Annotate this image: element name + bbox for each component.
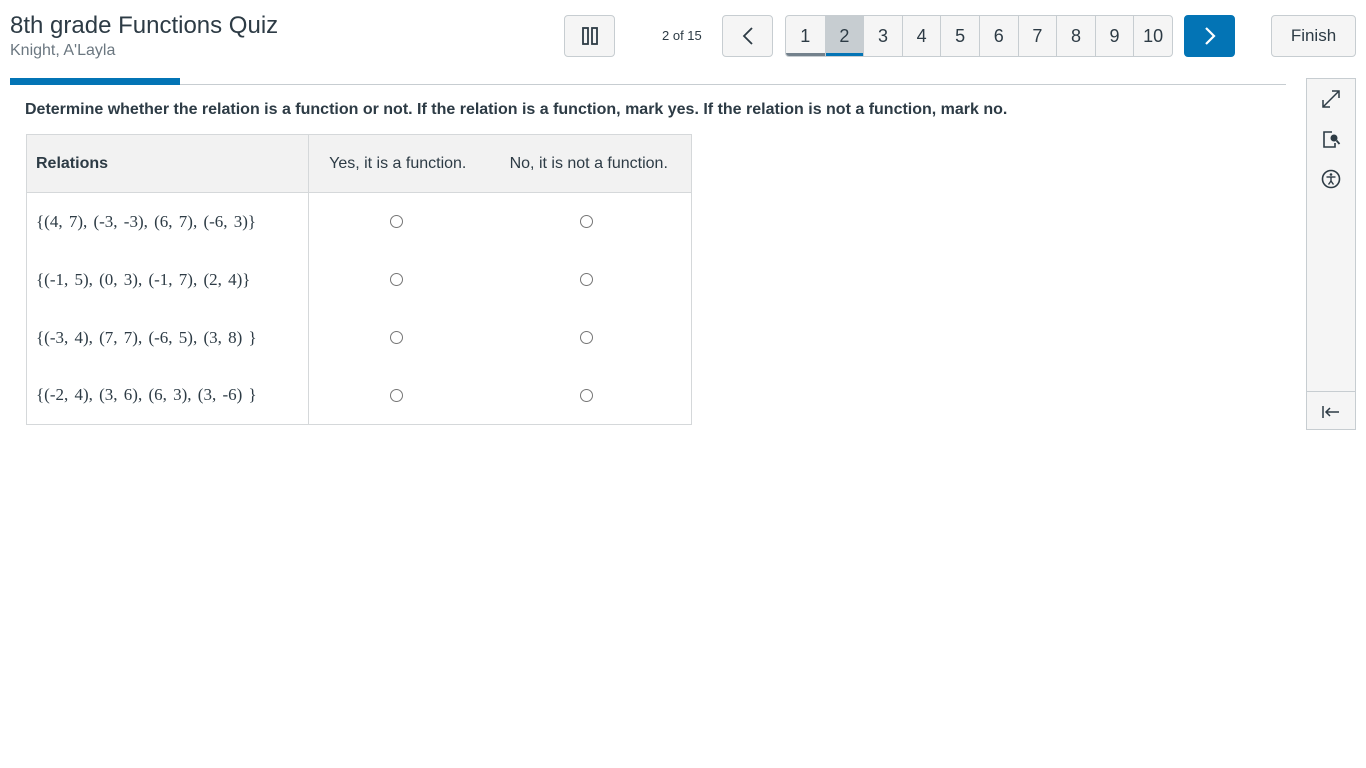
student-name: Knight, A'Layla (10, 42, 116, 59)
progress-bar (10, 78, 180, 85)
page-9-button[interactable]: 9 (1094, 16, 1134, 56)
no-choice-cell (487, 309, 692, 367)
page-7-button[interactable]: 7 (1017, 16, 1057, 56)
yes-radio[interactable] (390, 215, 404, 229)
expand-button[interactable] (1307, 79, 1355, 119)
page-5-button[interactable]: 5 (940, 16, 979, 56)
relation-cell: {(-1, 5), (0, 3), (-1, 7), (2, 4)} (26, 250, 309, 309)
no-radio[interactable] (580, 215, 594, 229)
no-radio[interactable] (580, 272, 594, 286)
relations-column-header: Relations (26, 134, 309, 193)
relation-cell: {(-2, 4), (3, 6), (6, 3), (3, -6) } (26, 366, 309, 425)
chevron-right-icon (1204, 27, 1216, 45)
page-6-button[interactable]: 6 (978, 16, 1018, 56)
tools-panel (1306, 78, 1356, 430)
accessibility-button[interactable] (1307, 159, 1355, 199)
table-row: {(-3, 4), (7, 7), (-6, 5), (3, 8) } (26, 308, 692, 367)
collapse-panel-icon (1322, 406, 1339, 418)
page-10-button[interactable]: 10 (1133, 16, 1172, 56)
finish-button[interactable]: Finish (1271, 15, 1356, 57)
document-search-icon (1323, 131, 1341, 148)
no-choice-cell (487, 251, 692, 309)
question-prompt: Determine whether the relation is a func… (25, 101, 1008, 118)
yes-radio[interactable] (390, 330, 404, 344)
yes-choice-cell (309, 367, 487, 425)
no-radio[interactable] (580, 330, 594, 344)
page-2-button[interactable]: 2 (824, 16, 864, 56)
table-row: {(-1, 5), (0, 3), (-1, 7), (2, 4)} (26, 250, 692, 309)
yes-column-header: Yes, it is a function. (308, 134, 487, 193)
yes-choice-cell (309, 193, 487, 251)
pause-icon (581, 27, 598, 45)
quiz-title: 8th grade Functions Quiz (10, 12, 279, 39)
collapse-panel-button[interactable] (1307, 392, 1355, 432)
page-4-button[interactable]: 4 (901, 16, 941, 56)
document-search-button[interactable] (1307, 119, 1355, 159)
no-choice-cell (487, 193, 692, 251)
accessibility-icon (1321, 169, 1341, 189)
next-question-button[interactable] (1184, 15, 1235, 57)
table-row: {(4, 7), (-3, -3), (6, 7), (-6, 3)} (26, 192, 692, 251)
page-8-button[interactable]: 8 (1056, 16, 1095, 56)
yes-choice-cell (309, 251, 487, 309)
no-column-header: No, it is not a function. (486, 134, 692, 193)
yes-radio[interactable] (390, 272, 404, 286)
previous-question-button[interactable] (722, 15, 773, 57)
page-1-button[interactable]: 1 (786, 16, 825, 56)
expand-icon (1322, 90, 1340, 108)
no-choice-cell (487, 367, 692, 425)
question-progress-label: 2 of 15 (662, 28, 702, 43)
table-row: {(-2, 4), (3, 6), (6, 3), (3, -6) } (26, 366, 692, 425)
progress-track (10, 84, 1286, 85)
page-3-button[interactable]: 3 (863, 16, 902, 56)
relation-cell: {(4, 7), (-3, -3), (6, 7), (-6, 3)} (26, 192, 309, 251)
yes-choice-cell (309, 309, 487, 367)
relations-table: Relations Yes, it is a function. No, it … (26, 134, 692, 425)
quiz-header: 8th grade Functions Quiz Knight, A'Layla (10, 12, 278, 61)
table-header-row: Relations Yes, it is a function. No, it … (26, 134, 692, 193)
question-pager: 1 2 3 4 5 6 7 8 9 10 (785, 15, 1173, 57)
no-radio[interactable] (580, 388, 594, 402)
yes-radio[interactable] (390, 388, 404, 402)
chevron-left-icon (742, 27, 753, 45)
relation-cell: {(-3, 4), (7, 7), (-6, 5), (3, 8) } (26, 308, 309, 367)
pause-button[interactable] (564, 15, 615, 57)
